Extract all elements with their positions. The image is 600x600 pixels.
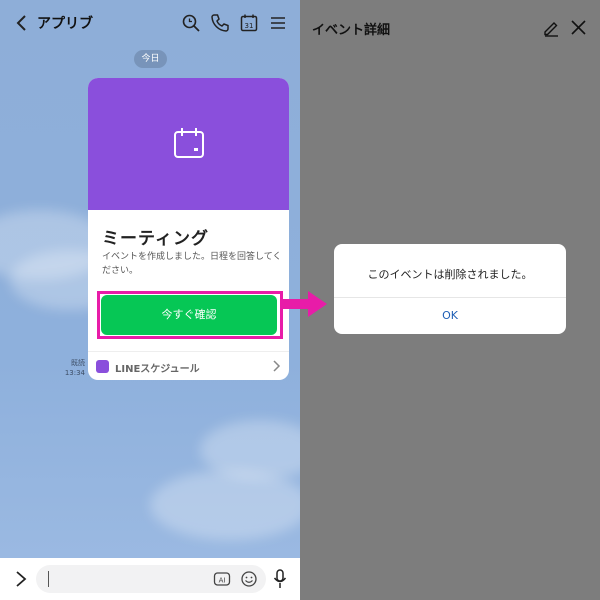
date-separator: 今日 <box>134 50 167 68</box>
search-icon[interactable] <box>180 12 202 34</box>
message-input[interactable]: AI <box>36 565 266 593</box>
arrow-icon <box>282 291 327 317</box>
mic-icon[interactable] <box>272 568 288 590</box>
deleted-event-dialog: このイベントは削除されました。 OK <box>334 244 566 334</box>
ai-icon[interactable]: AI <box>212 569 232 589</box>
read-label: 既読 <box>71 359 85 367</box>
event-detail-title: イベント詳細 <box>312 23 391 38</box>
footer-label: LINEスケジュール <box>115 364 200 375</box>
dialog-message: このイベントは削除されました。 <box>367 268 533 281</box>
chat-title: アプリブ <box>37 16 93 32</box>
chat-screen: アプリブ 31 今日 ミーティング イベントを作成しました。日程を回答してくださ… <box>0 0 300 600</box>
close-icon[interactable] <box>570 19 587 36</box>
event-detail-screen: イベント詳細 このイベントは削除されました。 OK <box>300 0 600 600</box>
card-description: イベントを作成しました。日程を回答してください。 <box>102 252 282 276</box>
read-receipt: 既読 13:34 <box>63 358 85 378</box>
chat-header: アプリブ 31 <box>0 0 300 46</box>
calendar-card-icon <box>174 128 204 158</box>
card-banner <box>88 78 289 210</box>
phone-icon[interactable] <box>209 12 231 34</box>
message-time: 13:34 <box>64 369 85 377</box>
chevron-right-icon <box>273 360 281 372</box>
confirm-button-highlight <box>97 291 283 339</box>
background-cloud <box>150 470 300 540</box>
ok-button[interactable]: OK <box>334 298 566 334</box>
plus-chevron-icon[interactable] <box>12 569 30 589</box>
menu-icon[interactable] <box>267 12 289 34</box>
card-title: ミーティング <box>102 229 209 249</box>
message-input-bar: AI <box>0 558 300 600</box>
back-icon[interactable] <box>12 13 32 33</box>
svg-text:31: 31 <box>245 22 254 30</box>
line-schedule-icon <box>96 360 109 373</box>
edit-icon[interactable] <box>542 19 560 37</box>
text-caret <box>48 571 49 587</box>
emoji-icon[interactable] <box>239 569 259 589</box>
calendar-icon[interactable]: 31 <box>238 12 260 34</box>
svg-text:AI: AI <box>219 577 226 585</box>
line-schedule-footer[interactable]: LINEスケジュール <box>88 351 289 380</box>
